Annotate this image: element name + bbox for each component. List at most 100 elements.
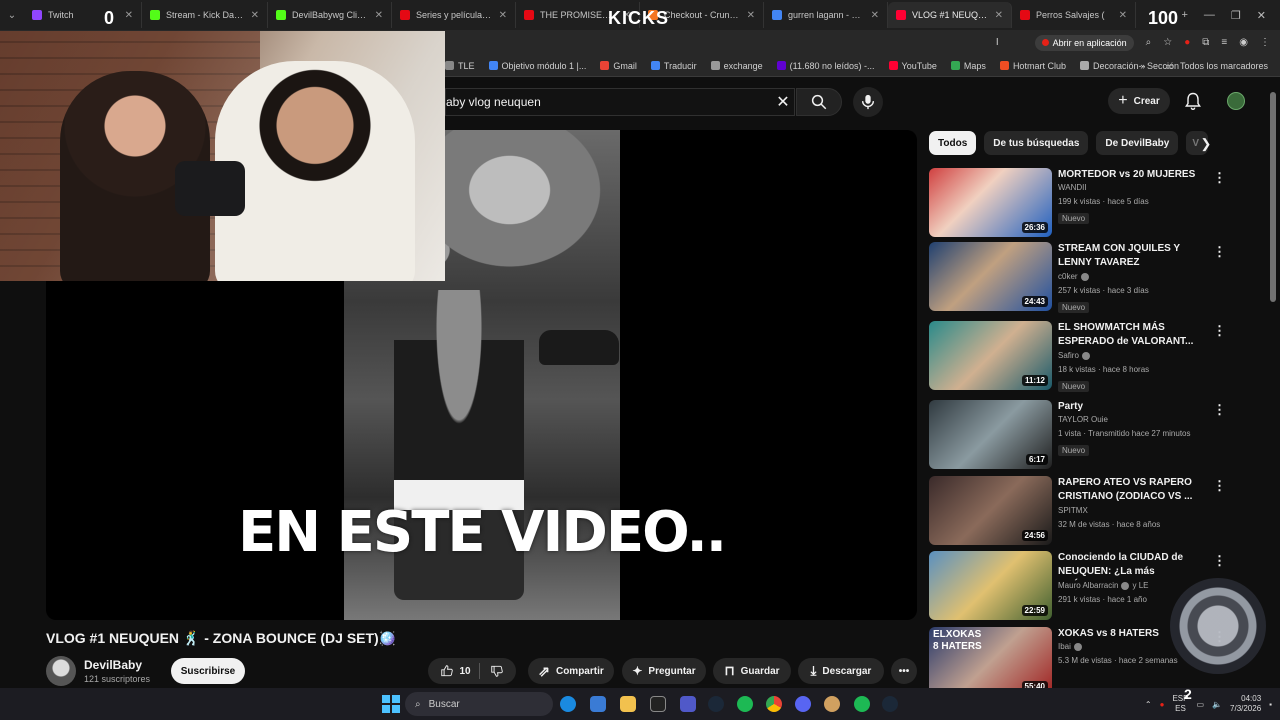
recommendation-channel[interactable]: c0ker xyxy=(1058,272,1089,281)
tab-close-icon[interactable]: ✕ xyxy=(995,10,1003,21)
account-avatar[interactable] xyxy=(1227,92,1245,110)
recommendation-title[interactable]: RAPERO ATEO VS RAPERO CRISTIANO (ZODIACO… xyxy=(1058,476,1203,504)
more-vertical-icon[interactable]: ⋮ xyxy=(1213,478,1226,494)
extensions-puzzle-icon[interactable]: ⧉ xyxy=(1202,37,1209,48)
more-vertical-icon[interactable]: ⋮ xyxy=(1213,244,1226,260)
bookmark-item[interactable]: Traducir xyxy=(650,61,697,71)
search-input[interactable]: aby vlog neuquen xyxy=(445,88,795,116)
all-bookmarks-link[interactable]: Todos los marcadores xyxy=(1180,61,1268,71)
recommendation-item[interactable]: 24:43 STREAM CON JQUILES Y LENNY TAVAREZ c… xyxy=(929,242,1226,313)
more-vertical-icon[interactable]: ⋮ xyxy=(1213,553,1226,569)
bookmark-star-icon[interactable]: ☆ xyxy=(1163,37,1172,48)
spotify-second-icon[interactable] xyxy=(854,696,870,712)
maximize-icon[interactable]: ❐ xyxy=(1231,9,1241,22)
voice-search-button[interactable] xyxy=(853,87,883,117)
recommendation-title[interactable]: EL SHOWMATCH MÁS ESPERADO de VALORANT...… xyxy=(1058,321,1203,351)
save-button[interactable]: ⊓ Guardar xyxy=(713,658,791,684)
like-button[interactable]: 10 xyxy=(440,663,480,679)
more-actions-button[interactable]: ••• xyxy=(891,658,917,684)
recommendation-thumbnail[interactable]: 24:56 xyxy=(929,476,1052,545)
filter-chip[interactable]: De tus búsquedas xyxy=(984,131,1089,155)
tab-close-icon[interactable]: ✕ xyxy=(251,10,259,21)
thumbs-down-icon[interactable] xyxy=(490,664,504,678)
recommendation-item[interactable]: 11:12 EL SHOWMATCH MÁS ESPERADO de VALORA… xyxy=(929,321,1226,392)
bookmark-item[interactable]: (11.680 no leídos) -... xyxy=(776,61,875,71)
bookmark-item[interactable]: TLE xyxy=(445,61,475,71)
recommendation-thumbnail[interactable]: 24:43 xyxy=(929,242,1052,311)
spotify-icon[interactable] xyxy=(737,696,753,712)
open-in-app-button[interactable]: Abrir en aplicación xyxy=(1034,34,1134,51)
channel-name[interactable]: DevilBaby xyxy=(84,658,142,672)
recommendation-channel[interactable]: Safiro xyxy=(1058,351,1090,360)
recommendation-thumbnail[interactable]: 26:36 xyxy=(929,168,1052,237)
windows-start-icon[interactable] xyxy=(382,695,400,713)
recommendation-channel[interactable]: Ibai xyxy=(1058,642,1082,651)
steam-second-icon[interactable] xyxy=(882,696,898,712)
ask-button[interactable]: ✦ Preguntar xyxy=(622,658,706,684)
browser-tab[interactable]: Series y películas de ✕ xyxy=(392,2,516,28)
browser-tab[interactable]: DevilBabywg Clips - ✕ xyxy=(268,2,392,28)
tab-close-icon[interactable]: ✕ xyxy=(125,10,133,21)
bookmark-item[interactable]: exchange xyxy=(710,61,763,71)
epic-games-icon[interactable] xyxy=(650,696,666,712)
bookmark-item[interactable]: Hotmart Club xyxy=(999,61,1066,71)
browser-tab[interactable]: Stream - Kick Dashb ✕ xyxy=(142,2,268,28)
filter-chip[interactable]: De DevilBaby xyxy=(1096,131,1179,155)
taskbar-clock[interactable]: 04:03 7/3/2026 xyxy=(1230,694,1261,714)
tab-close-icon[interactable]: ✕ xyxy=(1119,10,1127,21)
more-vertical-icon[interactable]: ⋮ xyxy=(1213,170,1226,186)
recommendation-title[interactable]: Party xyxy=(1058,400,1203,414)
recommendation-thumbnail[interactable]: 55:40 ELXOKAS 8 HATERS xyxy=(929,627,1052,696)
tray-app-icon[interactable]: ● xyxy=(1160,700,1165,709)
steam-icon[interactable] xyxy=(708,696,724,712)
channel-avatar[interactable] xyxy=(46,656,76,686)
subscribe-button[interactable]: Suscribirse xyxy=(171,658,245,684)
bookmark-item[interactable]: Maps xyxy=(950,61,986,71)
more-vertical-icon[interactable]: ⋮ xyxy=(1213,323,1226,339)
edge-icon[interactable] xyxy=(560,696,576,712)
new-tab-icon[interactable]: + xyxy=(1181,9,1187,21)
browser-tab[interactable]: VLOG #1 NEUQUEN ✕ xyxy=(888,2,1012,28)
reading-list-icon[interactable]: ≡ xyxy=(1221,37,1227,48)
recommendation-channel[interactable]: WANDII xyxy=(1058,183,1087,192)
recommendation-title[interactable]: Conociendo la CIUDAD de NEUQUEN: ¿La más… xyxy=(1058,551,1203,581)
recommendation-item[interactable]: 6:17 Party TAYLOR Ouie 1 vista · Transmitid… xyxy=(929,400,1226,470)
page-scrollbar[interactable] xyxy=(1270,92,1276,302)
tab-search-chevron-icon[interactable]: ⌄ xyxy=(0,0,24,30)
network-icon[interactable]: ▭ xyxy=(1196,700,1204,709)
filter-chip[interactable]: Todos xyxy=(929,131,977,155)
chrome-icon[interactable] xyxy=(766,696,782,712)
discord-icon[interactable] xyxy=(795,696,811,712)
teams-icon[interactable] xyxy=(680,696,696,712)
bookmark-item[interactable]: YouTube xyxy=(888,61,937,71)
store-icon[interactable] xyxy=(590,696,606,712)
tab-close-icon[interactable]: ✕ xyxy=(747,10,755,21)
extension-record-icon[interactable]: ● xyxy=(1184,37,1190,48)
recommendation-channel[interactable]: SPITMX xyxy=(1058,506,1088,515)
profile-icon[interactable]: ◉ xyxy=(1239,37,1248,48)
minimize-icon[interactable]: — xyxy=(1204,9,1215,21)
recommendation-thumbnail[interactable]: 11:12 xyxy=(929,321,1052,390)
recommendation-thumbnail[interactable]: 22:59 xyxy=(929,551,1052,620)
recommendation-item[interactable]: 26:36 MORTEDOR vs 20 MUJERES WANDII 199 k v… xyxy=(929,168,1226,238)
share-button[interactable]: ⇗ Compartir xyxy=(528,658,614,684)
volume-icon[interactable]: 🔈 xyxy=(1212,700,1222,709)
tab-close-icon[interactable]: ✕ xyxy=(499,10,507,21)
browser-tab[interactable]: gurren lagann - Busc ✕ xyxy=(764,2,888,28)
audio-app-icon[interactable] xyxy=(824,696,840,712)
browser-menu-icon[interactable]: ⋮ xyxy=(1260,37,1270,48)
recommendation-channel[interactable]: Mauro Albarracin y LE xyxy=(1058,581,1149,590)
search-button[interactable] xyxy=(796,88,842,116)
bookmark-item[interactable]: Objetivo módulo 1 |... xyxy=(488,61,586,71)
tray-overflow-icon[interactable]: ⌃ xyxy=(1145,700,1152,709)
tab-close-icon[interactable]: ✕ xyxy=(871,10,879,21)
create-button[interactable]: + Crear xyxy=(1108,88,1170,114)
recommendation-title[interactable]: STREAM CON JQUILES Y LENNY TAVAREZ xyxy=(1058,242,1203,270)
recommendation-title[interactable]: MORTEDOR vs 20 MUJERES xyxy=(1058,168,1203,182)
tab-close-icon[interactable]: ✕ xyxy=(375,10,383,21)
chevron-right-icon[interactable]: ❯ xyxy=(1196,134,1216,154)
clear-search-icon[interactable]: ✕ xyxy=(770,90,796,114)
more-vertical-icon[interactable]: ⋮ xyxy=(1213,402,1226,418)
close-window-icon[interactable]: ✕ xyxy=(1257,9,1266,22)
recommendation-item[interactable]: 24:56 RAPERO ATEO VS RAPERO CRISTIANO (ZO… xyxy=(929,476,1226,546)
